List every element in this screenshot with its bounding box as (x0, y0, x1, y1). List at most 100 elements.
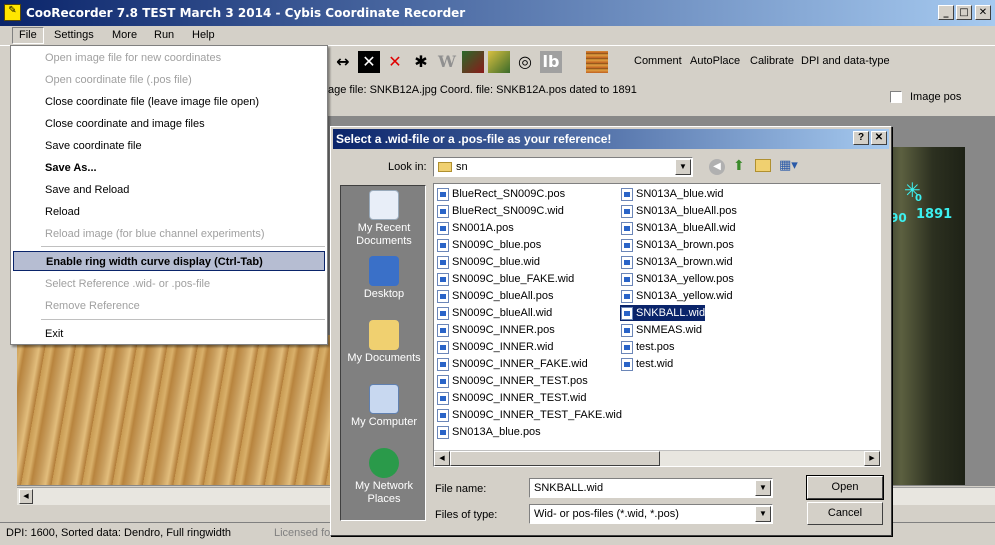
dialog-close-button[interactable]: ✕ (871, 131, 887, 145)
menu-run[interactable]: Run (148, 28, 180, 43)
menu-item-open-coordinate[interactable]: Open coordinate file (.pos file) (13, 70, 325, 90)
chevron-down-icon[interactable]: ▼ (755, 480, 771, 496)
file-list-item[interactable]: SN009C_blueAll.wid (436, 305, 552, 321)
menu-item-close-all[interactable]: Close coordinate and image files (13, 114, 325, 134)
scroll-thumb[interactable] (450, 451, 660, 466)
file-icon (621, 358, 633, 371)
autoplace-button[interactable]: AutoPlace (690, 55, 740, 67)
maximize-button[interactable]: □ (956, 5, 972, 20)
app-icon: ✎ (4, 4, 21, 21)
files-of-type-select[interactable]: Wid- or pos-files (*.wid, *.pos) ▼ (529, 504, 773, 524)
file-list-item[interactable]: SNMEAS.wid (620, 322, 702, 338)
file-list-item[interactable]: BlueRect_SN009C.wid (436, 203, 564, 219)
file-list-scrollbar[interactable]: ◀ ▶ (434, 450, 880, 466)
cancel-button[interactable]: Cancel (807, 502, 883, 525)
file-list-item[interactable]: SN013A_yellow.pos (620, 271, 734, 287)
red-x-icon[interactable]: ✕ (384, 51, 406, 73)
image-pos-checkbox[interactable] (890, 91, 902, 103)
menu-more[interactable]: More (106, 28, 143, 43)
file-list[interactable]: BlueRect_SN009C.pos BlueRect_SN009C.wid SN… (433, 183, 881, 467)
calibrate-button[interactable]: Calibrate (750, 55, 794, 67)
menu-item-close-coordinate[interactable]: Close coordinate file (leave image file … (13, 92, 325, 112)
ring-display-icon[interactable] (586, 51, 608, 73)
w-icon[interactable]: W (436, 51, 458, 73)
menu-item-exit[interactable]: Exit (13, 324, 325, 344)
scroll-right-icon[interactable]: ▶ (864, 451, 880, 466)
wood-line-icon[interactable] (488, 51, 510, 73)
view-menu-icon[interactable]: ▦▾ (779, 158, 798, 173)
my-documents-icon (369, 320, 399, 350)
menu-item-reload[interactable]: Reload (13, 202, 325, 222)
file-list-item[interactable]: SN009C_INNER.wid (436, 339, 553, 355)
file-list-item[interactable]: SN009C_INNER_TEST.pos (436, 373, 588, 389)
file-list-item[interactable]: test.wid (620, 356, 673, 372)
place-my-computer[interactable]: My Computer (341, 384, 427, 429)
menu-item-save[interactable]: Save coordinate file (13, 136, 325, 156)
file-name-text: BlueRect_SN009C.pos (452, 188, 566, 200)
menu-item-reload-image[interactable]: Reload image (for blue channel experimen… (13, 224, 325, 244)
new-folder-icon[interactable] (755, 159, 771, 172)
place-my-documents-label: My Documents (347, 352, 421, 364)
menu-file[interactable]: File (12, 27, 44, 44)
back-icon[interactable]: ◀ (709, 159, 725, 175)
scroll-left-icon[interactable]: ◀ (434, 451, 450, 466)
file-list-item[interactable]: SN013A_blueAll.wid (620, 220, 736, 236)
asterisk-icon[interactable]: ✱ (410, 51, 432, 73)
chevron-down-icon[interactable]: ▼ (675, 159, 691, 175)
license-text: Licensed fo (274, 527, 331, 539)
lb-icon[interactable]: lb (540, 51, 562, 73)
folder-icon (438, 162, 452, 172)
menu-item-open-image[interactable]: Open image file for new coordinates (13, 48, 325, 68)
menu-separator (41, 319, 325, 320)
file-name-text: SN009C_INNER_FAKE.wid (452, 358, 588, 370)
network-places-icon (369, 448, 399, 478)
file-list-item[interactable]: SN013A_yellow.wid (620, 288, 733, 304)
file-list-item[interactable]: SN009C_INNER_TEST_FAKE.wid (436, 407, 622, 423)
file-list-item[interactable]: test.pos (620, 339, 675, 355)
target-icon[interactable]: ◎ (514, 51, 536, 73)
up-folder-icon[interactable]: ⬆ (733, 158, 745, 174)
menu-item-select-reference[interactable]: Select Reference .wid- or .pos-file (13, 274, 325, 294)
file-name-text: SN009C_INNER_TEST.pos (452, 375, 588, 387)
file-list-item[interactable]: SN009C_INNER_FAKE.wid (436, 356, 588, 372)
file-list-item[interactable]: BlueRect_SN009C.pos (436, 186, 565, 202)
menu-item-save-reload[interactable]: Save and Reload (13, 180, 325, 200)
menu-item-save-as[interactable]: Save As... (13, 158, 325, 178)
file-name-text: SNMEAS.wid (636, 324, 703, 336)
place-my-documents[interactable]: My Documents (341, 320, 427, 365)
dialog-help-button[interactable]: ? (853, 131, 869, 145)
file-name-text: test.pos (636, 341, 675, 353)
file-list-item[interactable]: SN009C_blue.wid (436, 254, 540, 270)
menu-settings[interactable]: Settings (48, 28, 100, 43)
menu-item-remove-reference[interactable]: Remove Reference (13, 296, 325, 316)
chevron-down-icon[interactable]: ▼ (755, 506, 771, 522)
look-in-combo[interactable]: sn ▼ (433, 157, 693, 177)
file-name-input[interactable]: SNKBALL.wid ▼ (529, 478, 773, 498)
x-box-icon[interactable]: ✕ (358, 51, 380, 73)
menu-item-ring-width[interactable]: Enable ring width curve display (Ctrl-Ta… (13, 251, 325, 271)
scroll-left-icon[interactable]: ◀ (19, 489, 33, 504)
file-list-item[interactable]: SN009C_blue.pos (436, 237, 541, 253)
close-button[interactable]: ✕ (975, 5, 991, 20)
file-list-item[interactable]: SN009C_blueAll.pos (436, 288, 554, 304)
place-recent[interactable]: My Recent Documents (341, 190, 427, 248)
file-list-item[interactable]: SN013A_blue.pos (436, 424, 541, 440)
dpi-datatype-button[interactable]: DPI and data-type (801, 55, 890, 67)
menu-help[interactable]: Help (186, 28, 221, 43)
file-list-item[interactable]: SNKBALL.wid (620, 305, 706, 321)
minimize-button[interactable]: _ (938, 5, 954, 20)
file-list-item[interactable]: SN001A.pos (436, 220, 514, 236)
wood-red-icon[interactable] (462, 51, 484, 73)
file-list-item[interactable]: SN013A_blue.wid (620, 186, 723, 202)
open-button[interactable]: Open (806, 475, 884, 500)
file-list-item[interactable]: SN009C_INNER_TEST.wid (436, 390, 587, 406)
place-desktop[interactable]: Desktop (341, 256, 427, 301)
place-network[interactable]: My Network Places (341, 448, 427, 506)
file-list-item[interactable]: SN013A_blueAll.pos (620, 203, 737, 219)
arrows-icon[interactable]: ↔ (332, 51, 354, 73)
file-list-item[interactable]: SN009C_INNER.pos (436, 322, 555, 338)
file-list-item[interactable]: SN009C_blue_FAKE.wid (436, 271, 574, 287)
comment-button[interactable]: Comment (634, 55, 682, 67)
file-list-item[interactable]: SN013A_brown.pos (620, 237, 734, 253)
file-list-item[interactable]: SN013A_brown.wid (620, 254, 733, 270)
